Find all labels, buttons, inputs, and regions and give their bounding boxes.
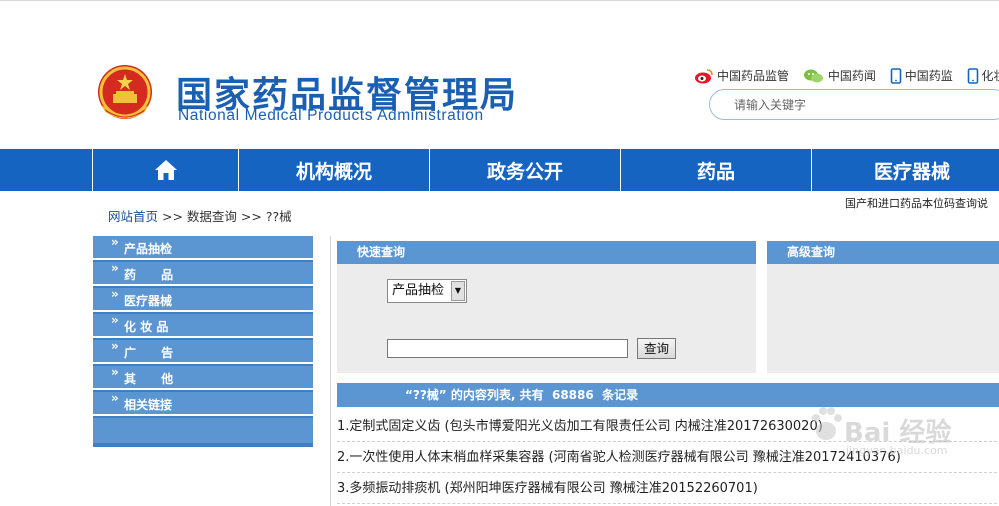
category-select[interactable]: 产品抽检 ▼: [387, 279, 467, 303]
paw-icon: [812, 407, 842, 440]
social-label: 中国药品监管: [717, 69, 790, 83]
social-link-app1[interactable]: 中国药监: [890, 67, 953, 84]
nav-item-drugs[interactable]: 药品: [621, 149, 812, 191]
nav-item-institution[interactable]: 机构概况: [239, 149, 430, 191]
marquee-notice[interactable]: 国产和进口药品本位码查询说: [845, 195, 988, 211]
breadcrumb: 网站首页 >> 数据查询 >> ??械: [108, 206, 292, 225]
sidebar-item-medical-devices[interactable]: » 医疗器械: [93, 287, 313, 312]
wechat-icon: [803, 69, 823, 82]
nav-item-government-affairs[interactable]: 政务公开: [430, 149, 621, 191]
breadcrumb-separator: >>: [158, 209, 187, 224]
nav-item-medical-devices[interactable]: 医疗器械: [812, 149, 999, 191]
baidu-jingyan-watermark: Bai 经验 jingyan.baidu.com: [808, 398, 958, 468]
mobile-icon: [967, 67, 978, 84]
social-label: 化妆品: [981, 69, 999, 83]
sidebar-item-label: 医疗器械: [124, 294, 173, 308]
social-links: 中国药品监管 中国药闻 中国药监 化妆品: [694, 67, 999, 87]
sidebar-item-other[interactable]: » 其 他: [93, 365, 313, 390]
site-search: [709, 89, 999, 120]
sidebar-blank: [93, 418, 313, 444]
query-input[interactable]: [387, 339, 628, 358]
nav-home[interactable]: [92, 149, 239, 191]
mobile-icon: [890, 67, 901, 84]
social-label: 中国药闻: [827, 69, 876, 83]
quick-search-panel: 快速查询 产品抽检 ▼ 查询: [337, 241, 756, 373]
sidebar-item-label: 药 品: [124, 268, 174, 282]
top-border: [0, 0, 999, 3]
main-nav: 机构概况 政务公开 药品 医疗器械: [0, 149, 999, 191]
breadcrumb-home[interactable]: 网站首页: [108, 209, 158, 224]
sidebar-item-label: 化 妆 品: [124, 320, 169, 334]
social-label: 中国药监: [904, 69, 953, 83]
social-link-app2[interactable]: 化妆品: [967, 67, 999, 84]
sidebar-item-label: 相关链接: [124, 398, 173, 412]
site-title-en: National Medical Products Administration: [178, 107, 484, 124]
national-emblem-icon: [98, 65, 152, 119]
advanced-search-title[interactable]: 高级查询: [767, 241, 999, 264]
home-icon: [154, 160, 177, 180]
sidebar-item-label: 产品抽检: [124, 242, 173, 256]
sidebar: » 产品抽检 » 药 品 » 医疗器械 » 化 妆 品 » 广 告 » 其 他 » 相关链接: [93, 235, 313, 447]
result-row[interactable]: 3.多频振动排痰机 (郑州阳坤医疗器械有限公司 豫械注准20152260701): [337, 474, 999, 504]
sidebar-item-drugs[interactable]: » 药 品: [93, 261, 313, 286]
sidebar-item-cosmetics[interactable]: » 化 妆 品: [93, 313, 313, 338]
social-link-weibo[interactable]: 中国药品监管: [694, 67, 789, 84]
sidebar-item-ads[interactable]: » 广 告: [93, 339, 313, 364]
sidebar-item-label: 广 告: [124, 346, 174, 360]
breadcrumb-separator: >>: [236, 209, 266, 224]
breadcrumb-section[interactable]: 数据查询: [187, 209, 237, 224]
breadcrumb-current: ??械: [265, 209, 292, 224]
advanced-search-panel: 高级查询: [767, 241, 999, 373]
weibo-icon: [695, 68, 713, 83]
query-button[interactable]: 查询: [637, 338, 676, 359]
sidebar-item-product-inspection[interactable]: » 产品抽检: [93, 235, 313, 260]
chevron-down-icon: ▼: [451, 281, 465, 301]
watermark-subtext: jingyan.baidu.com: [846, 444, 948, 457]
sidebar-item-related-links[interactable]: » 相关链接: [93, 391, 313, 416]
quick-search-title: 快速查询: [337, 241, 756, 264]
social-link-wechat[interactable]: 中国药闻: [803, 67, 876, 84]
divider: [330, 236, 331, 506]
category-select-value: 产品抽检: [392, 283, 445, 298]
sidebar-item-label: 其 他: [124, 372, 174, 386]
search-input[interactable]: [734, 96, 984, 114]
